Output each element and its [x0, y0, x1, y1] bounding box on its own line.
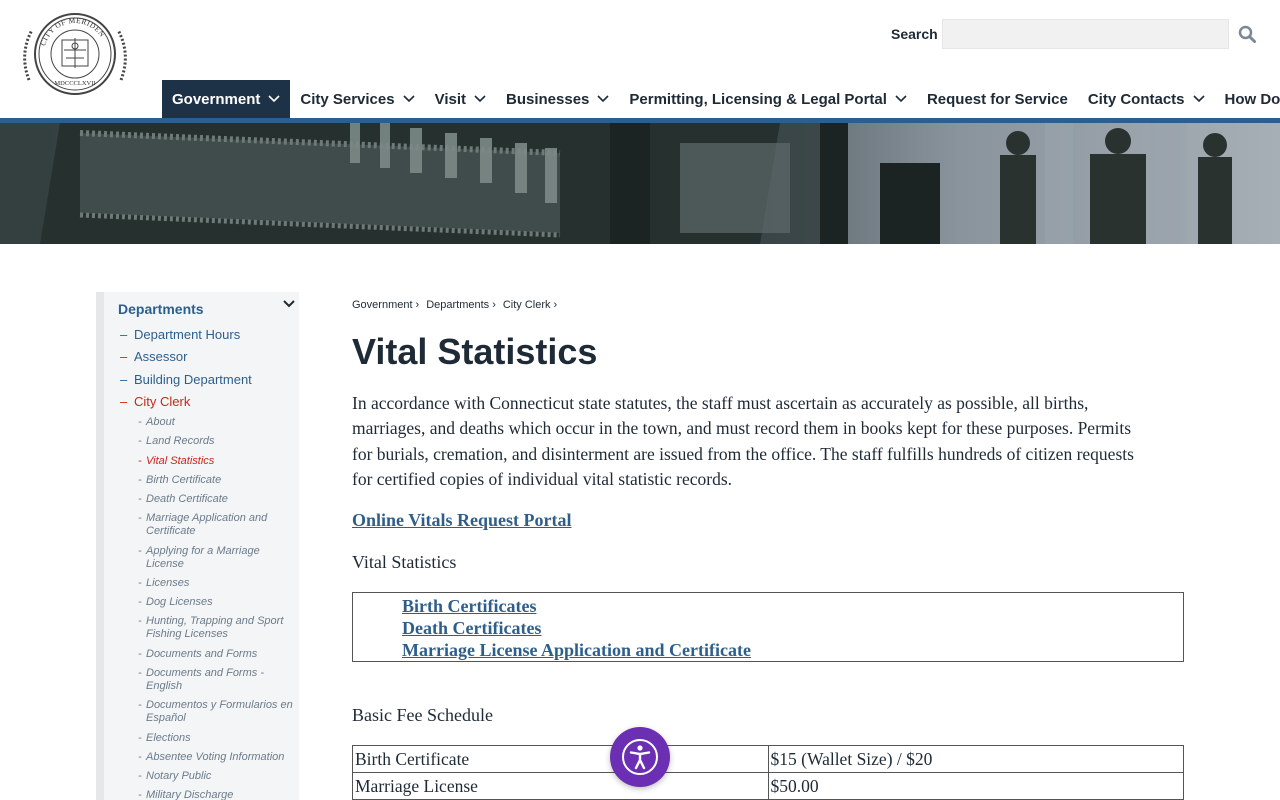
- accessibility-button[interactable]: [610, 727, 670, 787]
- sidebar-subitem-hunting-fishing-licenses[interactable]: - Hunting, Trapping and Sport Fishing Lic…: [138, 615, 294, 641]
- sidebar-item-department-hours[interactable]: – Department Hours: [120, 327, 240, 342]
- chevron-down-icon: [403, 95, 415, 103]
- fee-item-cell: Marriage License: [352, 772, 769, 800]
- sidebar-departments: Departments – Department Hours – Assessor …: [96, 292, 299, 800]
- sidebar-subitem-birth-certificate[interactable]: - Birth Certificate: [138, 474, 294, 487]
- page-title: Vital Statistics: [352, 331, 598, 372]
- sidebar-subitem-elections[interactable]: - Elections: [138, 732, 294, 745]
- fee-amount-cell: $50.00: [767, 772, 1184, 800]
- city-seal-logo[interactable]: CITY OF MERIDEN MDCCCLXVII: [14, 10, 136, 98]
- chevron-down-icon: [597, 95, 609, 103]
- nav-city-services[interactable]: City Services: [290, 80, 424, 118]
- hero-banner-image: [0, 123, 1280, 244]
- nav-businesses[interactable]: Businesses: [496, 80, 619, 118]
- nav-request-for-service[interactable]: Request for Service: [917, 80, 1078, 118]
- nav-how-do-i[interactable]: How Do I?: [1215, 80, 1280, 118]
- death-certificates-link[interactable]: Death Certificates: [402, 617, 1183, 639]
- search-icon[interactable]: [1231, 19, 1263, 49]
- sidebar-subitem-dog-licenses[interactable]: - Dog Licenses: [138, 596, 294, 609]
- nav-permitting[interactable]: Permitting, Licensing & Legal Portal: [619, 80, 917, 118]
- search-input[interactable]: [941, 19, 1229, 49]
- chevron-down-icon: [895, 95, 907, 103]
- breadcrumb-government[interactable]: Government: [352, 299, 413, 311]
- chevron-down-icon: [474, 95, 486, 103]
- sidebar-item-assessor[interactable]: – Assessor: [120, 349, 187, 364]
- sidebar-item-city-clerk[interactable]: – City Clerk: [120, 394, 190, 409]
- fee-amount-cell: $15 (Wallet Size) / $20: [767, 745, 1184, 773]
- nav-visit[interactable]: Visit: [425, 80, 496, 118]
- table-row: Birth Certificate $15 (Wallet Size) / $2…: [352, 745, 1184, 773]
- sidebar-subitem-notary-public[interactable]: - Notary Public: [138, 770, 294, 783]
- accessibility-icon: [622, 739, 658, 775]
- fee-schedule-table: Birth Certificate $15 (Wallet Size) / $2…: [352, 745, 1184, 800]
- vital-statistics-heading: Vital Statistics: [352, 552, 457, 572]
- sidebar-subitem-documents-forms[interactable]: - Documents and Forms: [138, 648, 294, 661]
- sidebar-subitem-land-records[interactable]: - Land Records: [138, 435, 294, 448]
- breadcrumb-departments[interactable]: Departments: [426, 299, 489, 311]
- birth-certificates-link[interactable]: Birth Certificates: [402, 595, 1183, 617]
- chevron-down-icon: [268, 95, 280, 103]
- chevron-down-icon: [1192, 95, 1205, 103]
- marriage-license-link[interactable]: Marriage License Application and Certifi…: [402, 639, 1183, 661]
- sidebar-subitem-vital-statistics[interactable]: - Vital Statistics: [138, 455, 294, 468]
- sidebar-subitem-documents-forms-english[interactable]: - Documents and Forms - English: [138, 667, 294, 693]
- nav-government[interactable]: Government: [162, 80, 291, 118]
- vital-records-links-box: Birth Certificates Death Certificates Ma…: [352, 592, 1184, 662]
- search-bar: Search: [891, 19, 1263, 49]
- search-label: Search: [891, 26, 938, 42]
- sidebar-item-building-department[interactable]: – Building Department: [120, 372, 252, 387]
- table-row: Marriage License $50.00: [352, 772, 1184, 800]
- sidebar-heading[interactable]: Departments: [118, 301, 204, 317]
- sidebar-subitem-marriage-application[interactable]: - Marriage Application and Certificate: [138, 512, 294, 538]
- svg-text:MDCCCLXVII: MDCCCLXVII: [54, 80, 95, 87]
- chevron-down-icon[interactable]: [282, 298, 296, 310]
- sidebar-subitem-applying-marriage-license[interactable]: - Applying for a Marriage License: [138, 545, 294, 571]
- sidebar-subitem-absentee-voting[interactable]: - Absentee Voting Information: [138, 751, 294, 764]
- breadcrumb-city-clerk[interactable]: City Clerk: [503, 299, 551, 311]
- fee-schedule-heading: Basic Fee Schedule: [352, 705, 493, 725]
- sidebar-subitem-death-certificate[interactable]: - Death Certificate: [138, 493, 294, 506]
- nav-city-contacts[interactable]: City Contacts: [1078, 80, 1215, 118]
- breadcrumb: Government › Departments › City Clerk ›: [352, 299, 558, 311]
- sidebar-subitem-licenses[interactable]: - Licenses: [138, 577, 294, 590]
- site-header: CITY OF MERIDEN MDCCCLXVII Search Govern…: [0, 0, 1280, 122]
- intro-paragraph: In accordance with Connecticut state sta…: [352, 393, 1134, 489]
- online-vitals-portal-link[interactable]: Online Vitals Request Portal: [352, 510, 572, 531]
- sidebar-subitem-about[interactable]: - About: [138, 416, 294, 429]
- fee-item-cell: Birth Certificate: [352, 745, 769, 773]
- sidebar-subitem-military-discharge[interactable]: - Military Discharge: [138, 789, 294, 800]
- main-nav: Government City Services Visit Businesse…: [162, 80, 1280, 118]
- sidebar-subitem-documentos-espanol[interactable]: - Documentos y Formularios en Español: [138, 699, 294, 725]
